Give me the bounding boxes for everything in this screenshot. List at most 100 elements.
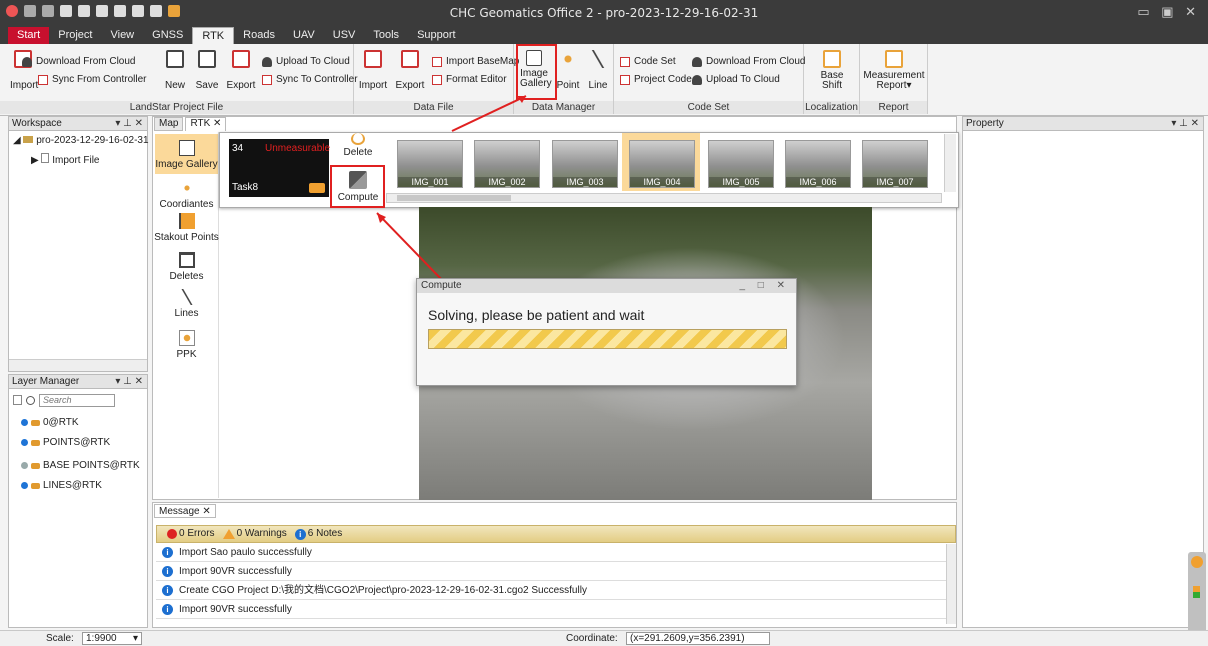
tab-usv[interactable]: USV [324,27,365,44]
tab-rtk[interactable]: RTK [192,27,235,44]
format-editor-button[interactable]: Format Editor [432,74,507,85]
code-set-button[interactable]: Code Set [620,56,676,67]
sync-from-controller-button[interactable]: Sync From Controller [38,74,146,85]
thumbnail[interactable]: IMG_002 [474,140,540,188]
search-icon[interactable] [26,395,35,405]
landstar-group: Import Download From Cloud Sync From Con… [0,44,358,114]
tab-support[interactable]: Support [408,27,465,44]
warnings-filter[interactable]: 0 Warnings [222,526,287,542]
property-title: Property [966,118,1004,129]
speed-widget[interactable] [1188,552,1206,640]
scroll-thumb[interactable] [397,195,511,201]
eye-icon[interactable] [21,482,28,489]
info-icon: i [162,566,173,577]
tab-uav[interactable]: UAV [284,27,324,44]
tab-rtk-doc[interactable]: RTK ✕ [185,117,227,131]
gallery-vscrollbar[interactable] [944,134,956,192]
dialog-controls[interactable]: _ □ ✕ [739,279,790,293]
side-tool-coordinates[interactable]: Coordiantes [154,180,219,210]
export-button[interactable]: Export [226,50,256,91]
tab-project[interactable]: Project [49,27,101,44]
layer-row-base-points[interactable]: BASE POINTS@RTK [21,460,140,471]
compute-dialog: Compute _ □ ✕ Solving, please be patient … [416,278,797,386]
eye-icon[interactable] [21,462,28,469]
layer-toolbar [13,393,143,407]
point-button[interactable]: Point [556,50,580,91]
delete-button[interactable]: Delete [336,133,380,163]
tab-roads[interactable]: Roads [234,27,284,44]
message-row[interactable]: i Create CGO Project D:\我的文档\CGO2\Project… [156,582,948,600]
layer-row-lines[interactable]: LINES@RTK [21,480,102,491]
chevron-down-icon: ▾ [132,633,138,644]
new-button[interactable]: New [162,50,188,91]
scale-select[interactable]: 1:9900 ▾ [82,632,142,645]
measurement-report-button[interactable]: Measurement Report▾ [862,50,926,91]
workspace-header: Workspace ▾ ⊥ ✕ [9,117,147,131]
new-layer-icon[interactable] [13,395,22,405]
upload-to-cloud-button[interactable]: Upload To Cloud [262,56,350,67]
layer-row-points[interactable]: POINTS@RTK [21,437,110,448]
workspace-controls[interactable]: ▾ ⊥ ✕ [115,117,143,131]
side-tool-image-gallery[interactable]: Image Gallery [154,140,219,170]
thumbnail-selected[interactable]: IMG_004 [629,140,695,188]
tree-import-file[interactable]: ▶ Import File [31,153,99,166]
eye-icon[interactable] [21,419,28,426]
save-button[interactable]: Save [194,50,220,91]
thumbnail[interactable]: IMG_001 [397,140,463,188]
download-from-cloud-button[interactable]: Download From Cloud [22,56,136,67]
property-controls[interactable]: ▾ ⊥ ✕ [1171,117,1199,131]
layer-search-input[interactable] [39,393,115,407]
gallery-hscrollbar[interactable] [386,193,942,203]
tab-map[interactable]: Map [154,117,184,131]
group-label-landstar: LandStar Project File [0,101,353,114]
tree-project[interactable]: ◢ pro-2023-12-29-16-02-31 [13,135,149,146]
cloud-upload-icon [262,56,272,67]
upload-label: Upload To Cloud [276,56,350,67]
sync-to-controller-button[interactable]: Sync To Controller [262,74,358,85]
message-row[interactable]: i Import Sao paulo successfully [156,544,948,562]
thumbnail[interactable]: IMG_003 [552,140,618,188]
window-controls[interactable]: ▭ ▣ ✕ [1137,4,1200,20]
side-tool-lines[interactable]: Lines [154,289,219,319]
layer-row-0[interactable]: 0@RTK [21,417,79,428]
tab-gnss[interactable]: GNSS [143,27,192,44]
side-tool-label: Stakout Points [154,232,219,243]
side-tool-label: Lines [174,308,199,319]
tab-view[interactable]: View [101,27,143,44]
message-row[interactable]: i Import 90VR successfully [156,563,948,581]
code-set-label: Code Set [634,56,676,67]
tab-start[interactable]: Start [8,27,50,44]
thumbnail[interactable]: IMG_005 [708,140,774,188]
side-tool-deletes[interactable]: Deletes [154,252,219,282]
message-vscrollbar[interactable] [946,544,956,624]
download-label: Download From Cloud [36,56,136,67]
scale-label: Scale: [46,633,74,644]
line-button[interactable]: Line [586,50,610,91]
message-filter-bar: 0 Errors 0 Warnings i6 Notes [156,525,956,543]
task-select[interactable]: Task8 [229,179,329,197]
notes-filter[interactable]: i6 Notes [294,526,342,542]
layer-label: 0@RTK [43,417,79,428]
eye-icon[interactable] [21,439,28,446]
errors-filter[interactable]: 0 Errors [167,526,215,542]
side-tool-ppk[interactable]: PPK [154,330,219,360]
dialog-titlebar[interactable]: Compute _ □ ✕ [417,279,796,293]
base-shift-button[interactable]: Base Shift [816,50,848,91]
import-icon [364,50,382,68]
tab-tools[interactable]: Tools [364,27,408,44]
workspace-hscrollbar[interactable] [9,359,147,371]
datafile-export-button[interactable]: Export [394,50,426,91]
message-row[interactable]: i Import 90VR successfully [156,601,948,619]
codeset-upload-button[interactable]: Upload To Cloud [692,74,780,85]
thumbnail[interactable]: IMG_007 [862,140,928,188]
side-tool-stakeout[interactable]: Stakout Points [154,213,219,243]
layer-manager-controls[interactable]: ▾ ⊥ ✕ [115,375,143,389]
datafile-import-button[interactable]: Import [358,50,388,91]
import-basemap-button[interactable]: Import BaseMap [432,56,519,67]
report-group: Measurement Report▾ Report [860,44,928,114]
project-code-button[interactable]: Project Code [620,74,692,85]
codeset-download-button[interactable]: Download From Cloud [692,56,806,67]
thumbnail[interactable]: IMG_006 [785,140,851,188]
warning-icon [222,529,235,539]
message-tab[interactable]: Message ✕ [154,504,216,518]
